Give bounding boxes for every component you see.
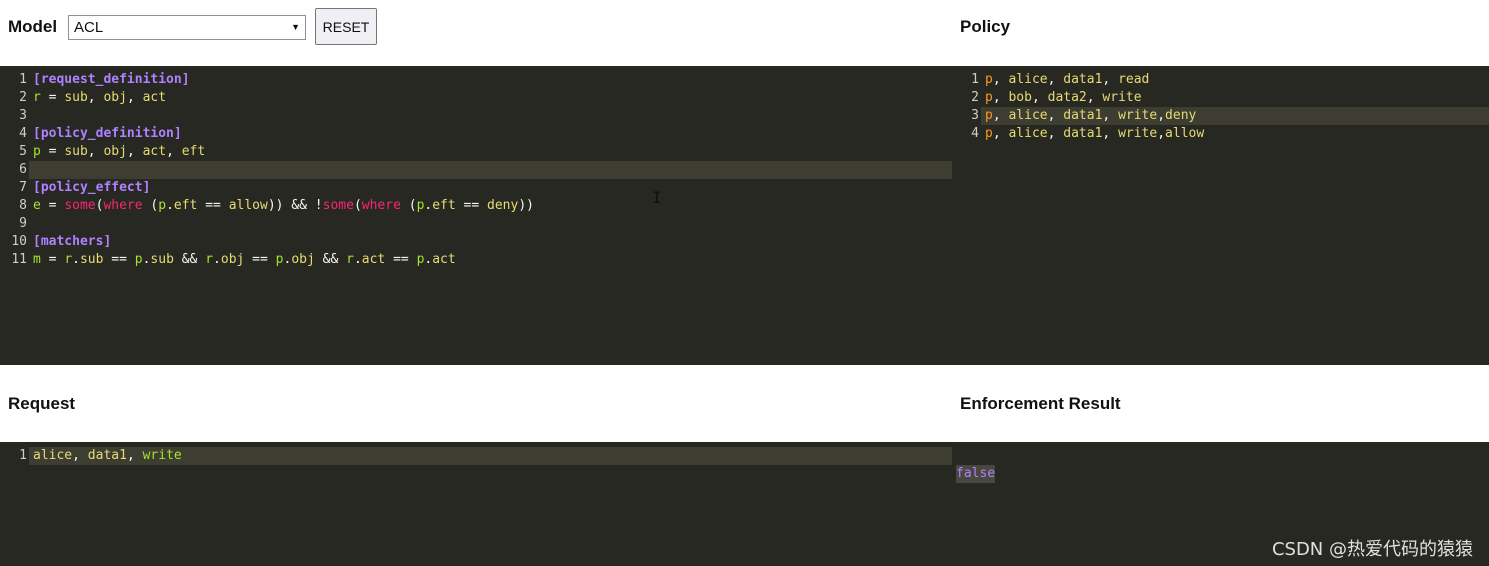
- policy-label: Policy: [960, 17, 1011, 36]
- model-line[interactable]: 8 e = some(where (p.eft == allow)) && !so…: [0, 197, 952, 215]
- code-text: p, alice, data1, read: [985, 72, 1150, 87]
- line-number: 3: [971, 108, 979, 123]
- code-text: p, bob, data2, write: [985, 90, 1142, 105]
- code-text: p, alice, data1, write,allow: [985, 126, 1205, 141]
- model-line[interactable]: 5 p = sub, obj, act, eft: [0, 143, 952, 161]
- policy-line[interactable]: 3 p, alice, data1, write,deny: [971, 107, 1489, 125]
- text-cursor-icon: I: [652, 188, 662, 207]
- model-label: Model: [8, 17, 58, 36]
- code-text: p, alice, data1, write,deny: [985, 108, 1197, 123]
- enforcement-result-label: Enforcement Result: [960, 394, 1121, 413]
- policy-line[interactable]: 1 p, alice, data1, read: [952, 71, 1489, 89]
- code-text: [policy_definition]: [33, 126, 182, 141]
- model-line[interactable]: 10 [matchers]: [0, 233, 952, 251]
- code-text: [request_definition]: [33, 72, 190, 87]
- model-editor[interactable]: 1 [request_definition] 2 r = sub, obj, act 3…: [0, 66, 952, 365]
- code-text: p = sub, obj, act, eft: [33, 144, 206, 159]
- model-line[interactable]: 1 [request_definition]: [0, 71, 952, 89]
- line-number: 11: [11, 252, 27, 267]
- model-line[interactable]: 3: [0, 107, 952, 125]
- code-text: m = r.sub == p.sub && r.obj == p.obj && …: [33, 252, 456, 267]
- policy-line[interactable]: 4 p, alice, data1, write,allow: [952, 125, 1489, 143]
- line-number: 8: [19, 198, 27, 213]
- model-select-value: ACL: [74, 19, 104, 36]
- reset-button[interactable]: RESET: [315, 8, 377, 45]
- line-number: 7: [19, 180, 27, 195]
- model-line[interactable]: 4 [policy_definition]: [0, 125, 952, 143]
- line-number: 10: [11, 234, 27, 249]
- line-number: 1: [971, 72, 979, 87]
- line-number: 1: [19, 448, 27, 463]
- request-editor[interactable]: 1 alice, data1, write: [0, 442, 952, 566]
- code-text: [matchers]: [33, 234, 112, 249]
- policy-line[interactable]: 2 p, bob, data2, write: [952, 89, 1489, 107]
- model-select[interactable]: ACL ▼: [68, 15, 306, 40]
- line-number: 4: [19, 126, 27, 141]
- policy-editor[interactable]: 1 p, alice, data1, read 2 p, bob, data2, wr…: [952, 66, 1489, 365]
- line-number: 4: [971, 126, 979, 141]
- code-text: alice, data1, write: [33, 448, 182, 463]
- line-number: 6: [19, 162, 27, 177]
- code-text: [policy_effect]: [33, 180, 151, 195]
- line-number: 2: [971, 90, 979, 105]
- request-label: Request: [8, 394, 76, 413]
- dropdown-arrow-icon: ▼: [291, 22, 300, 32]
- model-line[interactable]: 2 r = sub, obj, act: [0, 89, 952, 107]
- watermark: CSDN @热爱代码的猿猿: [1271, 539, 1473, 560]
- line-number: 2: [19, 90, 27, 105]
- line-number: 9: [19, 216, 27, 231]
- line-number: 3: [19, 108, 27, 123]
- request-line[interactable]: 1 alice, data1, write: [19, 447, 952, 465]
- code-text: e = some(where (p.eft == allow)) && !som…: [33, 198, 534, 213]
- model-line[interactable]: 7 [policy_effect]: [0, 179, 952, 197]
- model-line[interactable]: 11 m = r.sub == p.sub && r.obj == p.obj &…: [0, 251, 952, 269]
- model-line[interactable]: 6: [19, 161, 952, 179]
- result-value: false: [956, 465, 996, 483]
- line-number: 1: [19, 72, 27, 87]
- code-text: r = sub, obj, act: [33, 90, 167, 105]
- model-line[interactable]: 9: [0, 215, 952, 233]
- line-number: 5: [19, 144, 27, 159]
